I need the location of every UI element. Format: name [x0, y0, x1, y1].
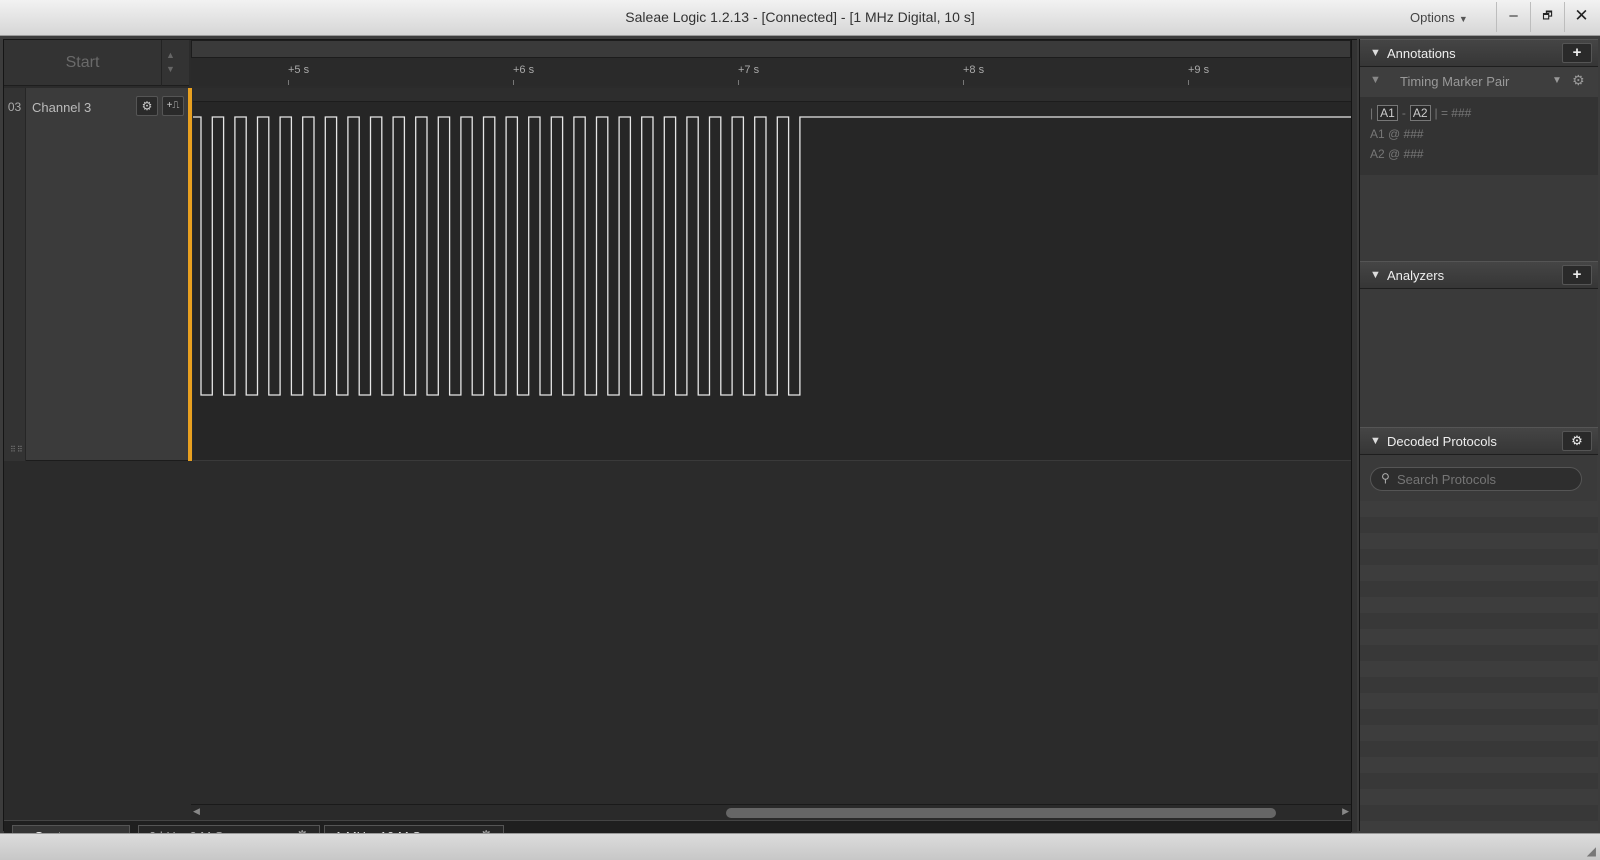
- marker-a1-position: A1 @ ###: [1370, 127, 1424, 141]
- tick-label: +7 s: [738, 64, 760, 85]
- add-analyzer-button[interactable]: +: [1562, 265, 1592, 285]
- decoded-protocols-title: Decoded Protocols: [1387, 434, 1497, 449]
- search-icon: ⚲: [1381, 471, 1390, 485]
- annotations-header[interactable]: ▼ Annotations +: [1360, 39, 1598, 67]
- analyzers-title: Analyzers: [1387, 268, 1445, 283]
- timing-marker-pair-row[interactable]: ▼ Timing Marker Pair ▼ ⚙: [1360, 67, 1598, 97]
- marker-delta-line: | A1- A2 | = ###: [1370, 105, 1471, 121]
- chevron-down-icon: ▼: [1458, 14, 1468, 24]
- arrow-up-icon[interactable]: ▲: [166, 48, 175, 62]
- resize-grip-icon[interactable]: ◢: [1587, 844, 1596, 858]
- marker-a2-box[interactable]: A2: [1409, 105, 1431, 121]
- start-button[interactable]: Start: [4, 40, 162, 86]
- arrow-down-icon[interactable]: ▼: [166, 62, 175, 76]
- channel-header[interactable]: 03 Channel 3 ⚙ +⎍ ⠿⠿: [4, 88, 189, 461]
- scroll-left-icon[interactable]: ◀: [193, 806, 200, 817]
- chevron-down-icon[interactable]: ▼: [1552, 75, 1562, 86]
- delta-dash: -: [1401, 106, 1406, 120]
- decoded-protocols-header[interactable]: ▼ Decoded Protocols ⚙: [1360, 427, 1598, 455]
- delta-open-bar: |: [1370, 106, 1374, 120]
- tick-label: +6 s: [513, 64, 535, 85]
- marker-a2-position: A2 @ ###: [1370, 147, 1424, 161]
- search-protocols-input[interactable]: [1397, 470, 1577, 488]
- timing-marker-pair-label: Timing Marker Pair: [1400, 74, 1510, 89]
- waveform-trace: [193, 116, 1351, 396]
- analyzers-header[interactable]: ▼ Analyzers +: [1360, 261, 1598, 289]
- close-button[interactable]: ✕: [1564, 2, 1598, 32]
- start-arrows[interactable]: ▲ ▼: [166, 48, 175, 76]
- title-bar: Saleae Logic 1.2.13 - [Connected] - [1 M…: [0, 0, 1600, 36]
- collapse-triangle-icon[interactable]: ▼: [1370, 435, 1381, 447]
- horizontal-scrollbar[interactable]: ◀ ▶: [191, 804, 1351, 820]
- status-bar: ◢: [0, 833, 1600, 860]
- tick-label: +8 s: [963, 64, 985, 85]
- delta-value: | = ###: [1434, 106, 1472, 120]
- collapse-triangle-icon[interactable]: ▼: [1370, 269, 1381, 281]
- timeline-ticks: +5 s +6 s +7 s +8 s +9 s: [191, 58, 1351, 86]
- capture-view: Start ▲ ▼ +5 s +6 s +7 s +8 s +9 s 03 Ch…: [3, 39, 1357, 848]
- annotations-title: Annotations: [1387, 46, 1456, 61]
- annotation-measurements: | A1- A2 | = ### A1 @ ### A2 @ ###: [1360, 97, 1598, 175]
- channel-name[interactable]: Channel 3: [32, 100, 91, 115]
- annotations-empty-space: [1360, 175, 1598, 261]
- timeline-ruler[interactable]: +5 s +6 s +7 s +8 s +9 s: [191, 40, 1351, 86]
- options-menu[interactable]: Options ▼: [1410, 10, 1468, 25]
- trigger-icon[interactable]: +⎍: [162, 96, 184, 116]
- channel-3-waveform: [193, 116, 1351, 396]
- scroll-right-icon[interactable]: ▶: [1342, 806, 1349, 817]
- maximize-button[interactable]: 🗗: [1530, 2, 1564, 32]
- tick-label: +5 s: [288, 64, 310, 85]
- trigger-marker[interactable]: [188, 88, 192, 461]
- start-area: Start ▲ ▼: [4, 40, 189, 86]
- marker-a1-box[interactable]: A1: [1377, 105, 1398, 121]
- scrollbar-thumb[interactable]: [726, 808, 1276, 818]
- timeline-overview-track[interactable]: [191, 40, 1351, 58]
- minimize-button[interactable]: –: [1496, 2, 1530, 32]
- panel-splitter[interactable]: [1351, 40, 1357, 832]
- gear-icon[interactable]: ⚙: [1572, 72, 1585, 89]
- search-protocols-box[interactable]: ⚲: [1370, 467, 1582, 491]
- decoded-protocols-settings-gear-icon[interactable]: ⚙: [1562, 431, 1592, 451]
- collapse-triangle-icon[interactable]: ▼: [1370, 47, 1381, 59]
- decoded-protocols-list[interactable]: [1360, 501, 1598, 831]
- channel-number: 03: [4, 88, 26, 461]
- waveform-area[interactable]: [193, 88, 1351, 461]
- marker-pin-icon: ▼: [1370, 74, 1381, 86]
- options-label: Options: [1410, 10, 1455, 25]
- drag-handle-icon[interactable]: ⠿⠿: [10, 445, 24, 454]
- window-title: Saleae Logic 1.2.13 - [Connected] - [1 M…: [625, 9, 975, 25]
- add-annotation-button[interactable]: +: [1562, 43, 1592, 63]
- tick-label: +9 s: [1188, 64, 1210, 85]
- channel-settings-gear-icon[interactable]: ⚙: [136, 96, 158, 116]
- right-panel: ▼ Annotations + ▼ Timing Marker Pair ▼ ⚙…: [1359, 39, 1598, 831]
